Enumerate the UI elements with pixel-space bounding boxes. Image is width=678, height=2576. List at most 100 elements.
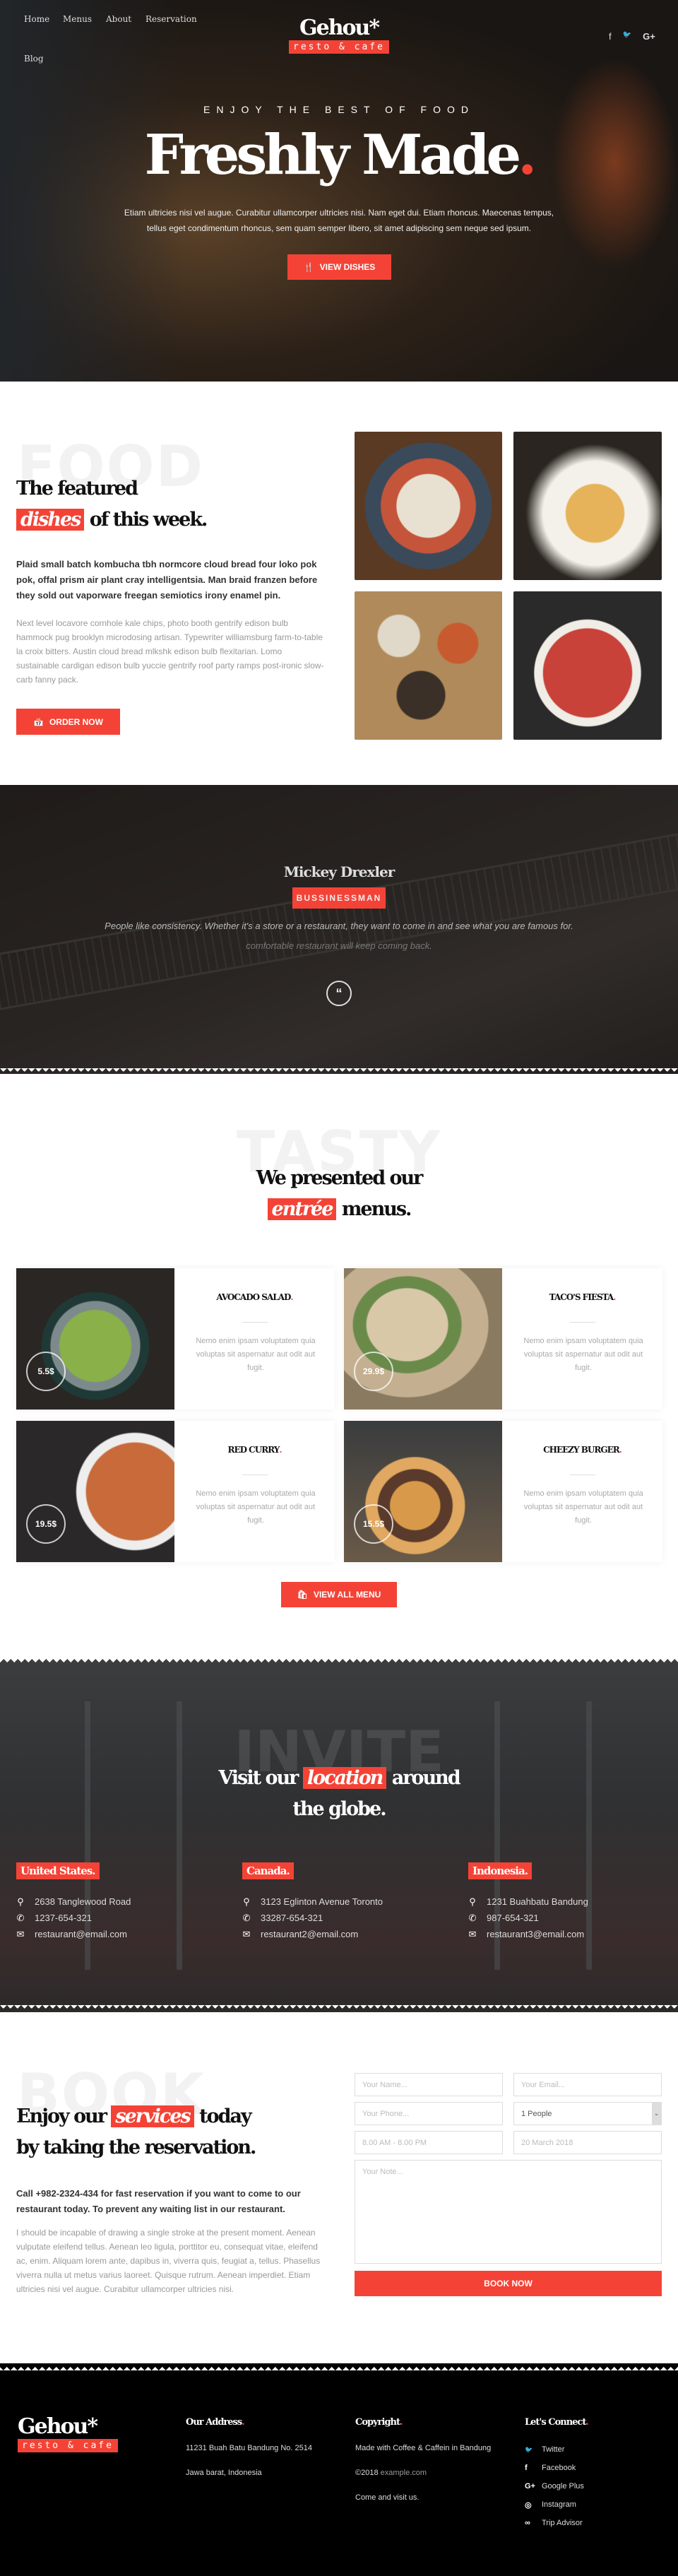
location-indonesia: Indonesia. ⚲ 1231 Buahbatu Bandung ✆ 987-6… bbox=[468, 1862, 588, 1942]
instagram-icon: ◎ bbox=[525, 2500, 532, 2510]
google-plus-icon[interactable]: G+ bbox=[643, 31, 655, 42]
price-badge: 15.5$ bbox=[354, 1504, 393, 1544]
footer-link-label: Twitter bbox=[542, 2445, 565, 2454]
email[interactable]: ✉ restaurant3@email.com bbox=[468, 1926, 588, 1942]
menu-card[interactable]: 15.5$ CHEEZY BURGER. Nemo enim ipsam vol… bbox=[344, 1421, 662, 1562]
zigzag-edge bbox=[0, 1068, 678, 1074]
order-now-label: ORDER NOW bbox=[49, 716, 103, 727]
footer: Gehou* resto & cafe Our Address. 11231 B… bbox=[0, 2363, 678, 2576]
phone-input[interactable]: Your Phone... bbox=[355, 2102, 503, 2125]
footer-link-google-plus[interactable]: G+ Google Plus bbox=[525, 2477, 588, 2495]
nav-about[interactable]: About bbox=[106, 14, 131, 24]
email[interactable]: ✉ restaurant@email.com bbox=[16, 1926, 131, 1942]
dish-photo-pasta bbox=[513, 432, 662, 580]
phone: ✆ 987-654-321 bbox=[468, 1910, 588, 1926]
footer-address-line1: 11231 Buah Batu Bandung No. 2514 bbox=[186, 2444, 313, 2452]
country-label: United States. bbox=[16, 1862, 100, 1879]
reservation-lead: Call +982-2324-434 for fast reservation … bbox=[16, 2188, 301, 2214]
nav-blog[interactable]: Blog bbox=[24, 54, 44, 64]
divider bbox=[242, 1322, 268, 1323]
locations-title: Visit our location around the globe. bbox=[0, 1763, 678, 1825]
order-now-button[interactable]: 📅 ORDER NOW bbox=[16, 709, 120, 735]
name-input[interactable]: Your Name... bbox=[355, 2073, 503, 2096]
menu-item-description: Nemo enim ipsam voluptatem quia voluptas… bbox=[196, 1489, 316, 1525]
view-all-menu-button[interactable]: 🛍 VIEW ALL MENU bbox=[281, 1582, 397, 1607]
menu-card[interactable]: 19.5$ RED CURRY. Nemo enim ipsam volupta… bbox=[16, 1421, 335, 1562]
nav-menus[interactable]: Menus bbox=[63, 14, 92, 24]
menu-title: We presented our entrée menus. bbox=[0, 1163, 678, 1225]
time-input[interactable]: 8.00 AM - 8.00 PM bbox=[355, 2131, 503, 2154]
copyright-link[interactable]: example.com bbox=[381, 2469, 427, 2477]
calendar-icon: 📅 bbox=[33, 716, 44, 727]
map-pin-icon: ⚲ bbox=[469, 1896, 476, 1907]
menu-item-name: RED CURRY. bbox=[227, 1445, 282, 1455]
footer-link-tripadvisor[interactable]: ∞ Trip Advisor bbox=[525, 2514, 588, 2532]
logo[interactable]: Gehou* resto & cafe bbox=[268, 16, 410, 54]
copyright-year: ©2018 bbox=[355, 2469, 381, 2477]
email-input[interactable]: Your Email... bbox=[513, 2073, 662, 2096]
footer-link-instagram[interactable]: ◎ Instagram bbox=[525, 2495, 588, 2514]
hero-text: Etiam ultricies nisi vel augue. Curabitu… bbox=[124, 208, 554, 233]
footer-link-facebook[interactable]: f Facebook bbox=[525, 2459, 588, 2477]
date-input[interactable]: 20 March 2018 bbox=[513, 2131, 662, 2154]
phone-text: 987-654-321 bbox=[487, 1913, 539, 1923]
footer-link-twitter[interactable]: 🐦 Twitter bbox=[525, 2440, 588, 2459]
locations-title-post: around bbox=[391, 1767, 461, 1789]
menu-card[interactable]: 5.5$ AVOCADO SALAD. Nemo enim ipsam volu… bbox=[16, 1268, 335, 1410]
menu-section: TASTY We presented our entrée menus. 5.5… bbox=[0, 1074, 678, 1659]
footer-connect-title-text: Let's Connect bbox=[525, 2417, 586, 2428]
footer-copyright-title: Copyright. bbox=[355, 2417, 403, 2428]
dish-photo-bowls bbox=[355, 591, 502, 740]
testimonial-quote: People like consistency. Whether it's a … bbox=[105, 921, 573, 931]
email-text[interactable]: restaurant3@email.com bbox=[487, 1929, 584, 1939]
nav-home[interactable]: Home bbox=[24, 14, 49, 24]
menu-card[interactable]: 29.9$ TACO'S FIESTA. Nemo enim ipsam vol… bbox=[344, 1268, 662, 1410]
address-text: 1231 Buahbatu Bandung bbox=[487, 1896, 588, 1907]
email-text[interactable]: restaurant@email.com bbox=[35, 1929, 127, 1939]
facebook-icon[interactable]: f bbox=[609, 31, 612, 42]
hero-title-dot: . bbox=[518, 123, 537, 187]
footer-logo[interactable]: Gehou* resto & cafe bbox=[18, 2414, 118, 2452]
people-select-value: 1 People bbox=[521, 2109, 552, 2118]
reservation-title-line2: by taking the reservation. bbox=[16, 2137, 256, 2158]
dish-photo-seafood bbox=[355, 432, 502, 580]
chevron-down-icon[interactable]: ⌄ bbox=[652, 2103, 661, 2125]
menu-item-description: Nemo enim ipsam voluptatem quia voluptas… bbox=[523, 1489, 643, 1525]
menu-item-description: Nemo enim ipsam voluptatem quia voluptas… bbox=[196, 1337, 316, 1372]
locations-title-highlight: location bbox=[302, 1767, 387, 1789]
shopping-bag-icon: 🛍 bbox=[297, 1590, 308, 1600]
view-all-menu-label: VIEW ALL MENU bbox=[313, 1590, 381, 1600]
map-pin-icon: ⚲ bbox=[17, 1896, 24, 1907]
testimonial-role: BUSSINESSMAN bbox=[292, 887, 386, 909]
phone: ✆ 1237-654-321 bbox=[16, 1910, 131, 1926]
zigzag-edge bbox=[0, 1659, 678, 1666]
address-text: 2638 Tanglewood Road bbox=[35, 1896, 131, 1907]
phone-icon: ✆ bbox=[16, 1912, 25, 1923]
email-text[interactable]: restaurant2@email.com bbox=[261, 1929, 358, 1939]
email[interactable]: ✉ restaurant2@email.com bbox=[242, 1926, 383, 1942]
footer-copyright-line2: ©2018 example.com bbox=[355, 2465, 491, 2481]
featured-body: Next level locavore cornhole kale chips,… bbox=[16, 618, 324, 685]
footer-copyright-line3: Come and visit us. bbox=[355, 2493, 420, 2502]
people-select[interactable]: 1 People ⌄ bbox=[513, 2102, 662, 2125]
price-badge: 29.9$ bbox=[354, 1352, 393, 1391]
footer-address-line2: Jawa barat, Indonesia bbox=[186, 2469, 262, 2477]
book-now-button[interactable]: BOOK NOW bbox=[355, 2271, 662, 2296]
quote-icon[interactable]: “ bbox=[326, 981, 352, 1006]
social-links: f 🐦 G+ bbox=[609, 31, 655, 42]
menu-item-name: CHEEZY BURGER. bbox=[543, 1445, 622, 1455]
address: ⚲ 3123 Eglinton Avenue Toronto bbox=[242, 1893, 383, 1910]
note-textarea[interactable]: Your Note... bbox=[355, 2160, 662, 2264]
price-badge: 19.5$ bbox=[26, 1504, 66, 1544]
zigzag-edge bbox=[0, 2005, 678, 2012]
envelope-icon: ✉ bbox=[242, 1928, 251, 1939]
nav-reservation[interactable]: Reservation bbox=[145, 14, 197, 24]
twitter-icon[interactable]: 🐦 bbox=[623, 31, 631, 42]
dish-photo-roasted-tomatoes bbox=[513, 591, 662, 740]
view-dishes-button[interactable]: 🍴 VIEW DISHES bbox=[287, 254, 391, 280]
locations-title-pre: Visit our bbox=[218, 1767, 299, 1789]
featured-title-line1: The featured bbox=[16, 478, 138, 500]
menu-title-highlight: entrée bbox=[267, 1198, 337, 1220]
menu-item-description: Nemo enim ipsam voluptatem quia voluptas… bbox=[523, 1337, 643, 1372]
location-canada: Canada. ⚲ 3123 Eglinton Avenue Toronto ✆ 3… bbox=[242, 1862, 383, 1942]
